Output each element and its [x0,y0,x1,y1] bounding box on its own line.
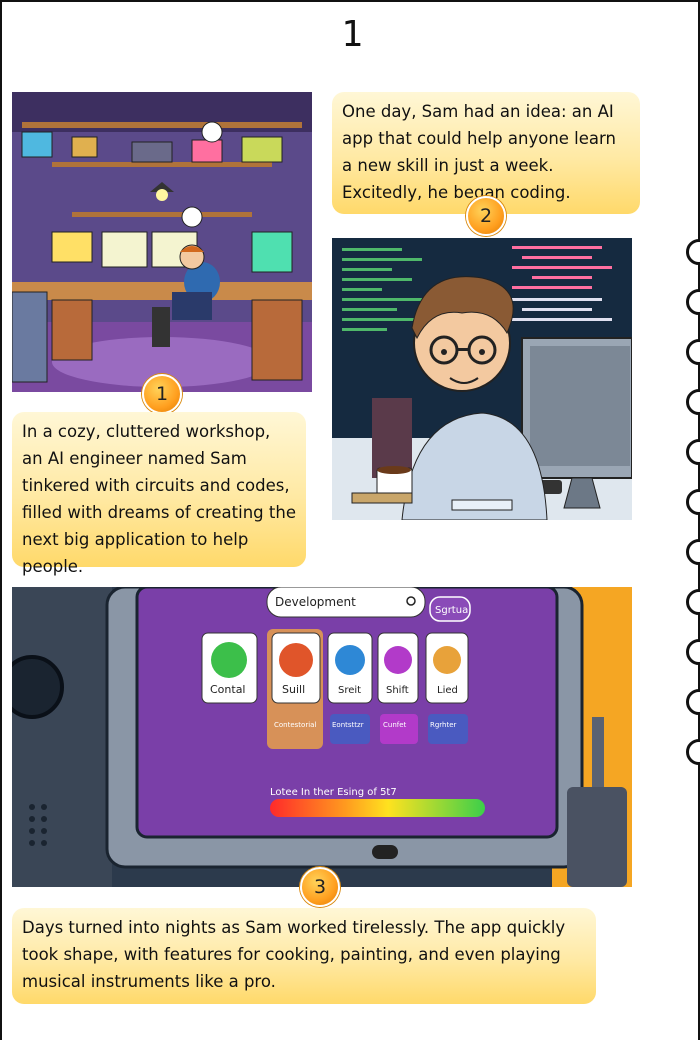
binder-ring [686,689,700,715]
binder-ring [686,339,700,365]
app-tile-2: Sreit Eontsttzr [327,632,373,744]
coder-scene-image [332,238,632,520]
svg-text:Sreit: Sreit [338,685,361,696]
panel-3-illustration: Development Sgrtua Contal Suill Contesto… [12,587,632,887]
binder-ring [686,589,700,615]
svg-text:Cunfet: Cunfet [383,721,407,729]
binder-ring [686,289,700,315]
binder-ring [686,739,700,765]
panel-3-number-badge: 3 [300,867,340,907]
binder-ring [686,239,700,265]
panel-1-caption: In a cozy, cluttered workshop, an AI eng… [12,412,306,576]
panel-2-number-badge: 2 [466,196,506,236]
binder-ring [686,539,700,565]
svg-text:Shift: Shift [386,685,409,696]
search-field-text: Development [275,595,356,609]
binder-ring [686,489,700,515]
app-tile-0: Contal [201,632,258,704]
app-tile-3: Shift Cunfet [377,632,419,744]
page-number: 1 [341,14,363,55]
svg-text:Rgrhter: Rgrhter [430,721,457,729]
binder-ring [686,439,700,465]
panel-1-illustration [12,92,312,392]
app-screen-image: Development Sgrtua Contal Suill Contesto… [12,587,632,887]
svg-text:Suill: Suill [282,683,305,696]
svg-text:Contal: Contal [210,683,246,696]
binder-ring [686,639,700,665]
svg-text:Contestorial: Contestorial [274,721,316,729]
svg-text:Eontsttzr: Eontsttzr [332,721,364,729]
panel-3-caption: Days turned into nights as Sam worked ti… [12,908,596,1004]
panel-2-illustration [332,238,632,520]
panel-1-number-badge: 1 [142,374,182,414]
progress-label: Lotee In ther Esing of 5t7 [270,787,397,798]
search-button-text: Sgrtua [435,605,468,616]
workshop-scene-image [12,92,312,392]
rainbow-progress-bar [270,799,485,817]
app-tile-4: Lied Rgrhter [425,632,469,744]
comic-page: 1 1 In a cozy, cluttered workshop, an AI… [0,0,700,1040]
svg-text:Lied: Lied [437,685,458,696]
binder-ring [686,389,700,415]
